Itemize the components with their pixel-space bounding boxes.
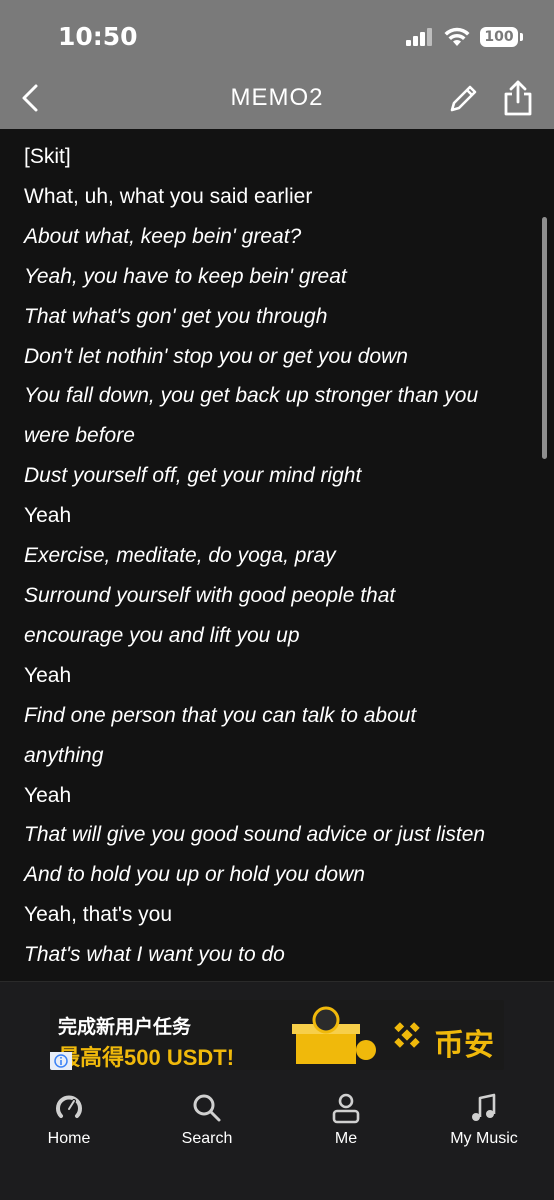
lyrics-list: [Skit] What, uh, what you said earlier Abo…	[0, 129, 554, 975]
tab-me-label: Me	[334, 1130, 358, 1147]
tab-me[interactable]: Me	[286, 1092, 406, 1148]
lyric-line: Yeah, you have to keep bein' great	[24, 264, 347, 288]
signal-icon	[406, 28, 432, 46]
divider	[0, 981, 554, 982]
scrollbar[interactable]	[542, 217, 547, 459]
home-dial-icon	[56, 1095, 82, 1118]
binance-logo-icon	[394, 1022, 420, 1048]
lyric-line: Dust yourself off, get your mind right	[24, 464, 362, 488]
lyric-line: [Skit]	[24, 145, 71, 168]
lyric-line: were before	[24, 424, 135, 448]
tab-my-music-label: My Music	[450, 1130, 518, 1147]
status-time: 10:50	[58, 22, 138, 51]
lyric-line: That's what I want you to do	[24, 943, 285, 967]
lyric-line: That what's gon' get you through	[24, 304, 328, 328]
lyric-line: encourage you and lift you up	[24, 623, 300, 647]
gift-box-icon	[292, 1006, 376, 1064]
lyric-line: You fall down, you get back up stronger …	[24, 384, 479, 408]
tab-my-music[interactable]: My Music	[424, 1092, 544, 1148]
lyric-line: Yeah	[24, 663, 72, 687]
edit-pencil-icon[interactable]	[446, 80, 482, 116]
ad-area: 完成新用户任务 最高得500 USDT! 币安	[0, 981, 554, 1080]
lyric-line: Find one person that you can talk to abo…	[24, 703, 417, 727]
lyric-line: Yeah	[24, 783, 72, 807]
tab-bar: Home Search Me My Music	[0, 1080, 554, 1200]
lyric-line: That will give you good sound advice or …	[24, 823, 486, 847]
music-note-icon	[472, 1093, 496, 1121]
lyric-line: Yeah	[24, 504, 72, 528]
battery-icon: 100	[480, 27, 523, 47]
tab-search-label: Search	[181, 1130, 233, 1147]
share-icon[interactable]	[500, 78, 536, 118]
lyric-line: What, uh, what you said earlier	[24, 184, 313, 208]
lyric-line: About what, keep bein' great?	[24, 224, 302, 248]
tab-search[interactable]: Search	[147, 1092, 267, 1148]
ad-info-icon[interactable]	[50, 1052, 72, 1070]
lyric-line: Surround yourself with good people that	[24, 583, 396, 607]
ad-offer: 最高得500 USDT!	[58, 1045, 235, 1070]
lyrics-view[interactable]: [Skit] What, uh, what you said earlier Abo…	[0, 129, 554, 981]
ad-headline: 完成新用户任务	[58, 1017, 192, 1038]
lyric-line: anything	[24, 743, 104, 767]
lyric-line: Don't let nothin' stop you or get you do…	[24, 344, 408, 368]
ad-brand: 币安	[434, 1029, 494, 1062]
tab-home[interactable]: Home	[9, 1092, 129, 1148]
person-icon	[332, 1093, 360, 1124]
lyric-line: And to hold you up or hold you down	[24, 863, 365, 887]
ad-banner[interactable]: 完成新用户任务 最高得500 USDT! 币安	[50, 1000, 504, 1070]
wifi-icon	[444, 27, 470, 46]
lyric-line: Yeah, that's you	[24, 903, 173, 927]
lyric-line: Exercise, meditate, do yoga, pray	[24, 544, 336, 568]
header: 10:50 100 MEMO2	[0, 0, 554, 129]
status-icons: 100	[406, 24, 523, 50]
search-icon	[193, 1094, 221, 1122]
tab-home-label: Home	[47, 1130, 91, 1147]
